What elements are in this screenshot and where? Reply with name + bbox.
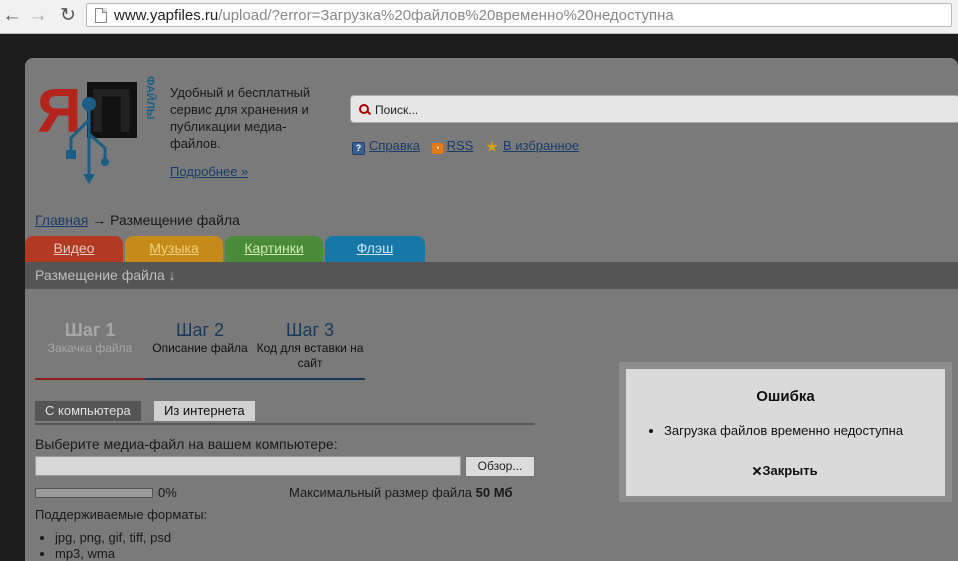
- logo-side-text: ФАЙЛЫ: [144, 76, 157, 120]
- url-text: www.yapfiles.ru/upload/?error=Загрузка%2…: [114, 7, 674, 24]
- breadcrumb: Главная → Размещение файла: [35, 212, 240, 228]
- more-link[interactable]: Подробнее »: [170, 164, 248, 179]
- source-tabs: С компьютера Из интернета: [35, 401, 535, 425]
- section-bar[interactable]: Размещение файла ↓: [25, 262, 958, 289]
- step-1: Шаг 1 Закачка файла: [35, 320, 145, 356]
- browse-button[interactable]: Обзор...: [465, 456, 535, 477]
- star-icon: ★: [486, 139, 498, 154]
- max-size-label: Максимальный размер файла 50 Мб: [289, 485, 513, 500]
- file-path-field[interactable]: [35, 456, 461, 476]
- step-3: Шаг 3 Код для вставки на сайт: [255, 320, 365, 371]
- step-number: Шаг 3: [285, 320, 335, 340]
- rss-icon: ◔: [431, 143, 443, 154]
- tab-flash[interactable]: Флэш: [325, 236, 425, 262]
- rss-link[interactable]: RSS: [447, 138, 474, 153]
- modal-message: Загрузка файлов временно недоступна: [664, 423, 903, 438]
- tab-from-computer[interactable]: С компьютера: [35, 401, 141, 421]
- close-button[interactable]: Закрыть: [626, 463, 945, 478]
- list-item: mp3, wma: [55, 546, 171, 561]
- yapfiles-logo[interactable]: Я П ФАЙЛЫ: [37, 74, 157, 186]
- page-icon: [95, 8, 107, 23]
- address-bar[interactable]: www.yapfiles.ru/upload/?error=Загрузка%2…: [86, 3, 952, 27]
- list-item: jpg, png, gif, tiff, psd: [55, 530, 171, 546]
- upload-steps: Шаг 1 Закачка файла Шаг 2 Описание файла…: [35, 320, 365, 380]
- step-description: Описание файла: [152, 341, 248, 355]
- close-label: Закрыть: [762, 463, 818, 478]
- choose-file-label: Выберите медиа-файл на вашем компьютере:: [35, 436, 338, 452]
- step-2: Шаг 2 Описание файла: [145, 320, 255, 356]
- error-modal: Ошибка Загрузка файлов временно недоступ…: [626, 369, 945, 496]
- max-size-value: 50 Мб: [475, 485, 513, 500]
- help-icon: ?: [352, 142, 365, 155]
- close-icon: [753, 467, 761, 475]
- step-number: Шаг 1: [64, 320, 116, 340]
- forward-arrow-icon[interactable]: →: [26, 4, 50, 28]
- search-input[interactable]: [373, 100, 937, 120]
- formats-title: Поддерживаемые форматы:: [35, 507, 208, 522]
- category-tabs: Видео Музыка Картинки Флэш: [25, 236, 958, 262]
- browser-toolbar: ← → ↻ www.yapfiles.ru/upload/?error=Загр…: [0, 0, 958, 34]
- upload-progress-bar: [35, 488, 153, 498]
- upload-progress-text: 0%: [158, 485, 177, 500]
- top-links: ? Справка ◔ RSS ★ В избранное: [352, 138, 587, 155]
- reload-icon[interactable]: ↻: [56, 4, 80, 28]
- site-tagline: Удобный и бесплатный сервис для хранения…: [170, 85, 311, 151]
- step-2-3-underline: [145, 378, 365, 380]
- tab-pictures[interactable]: Картинки: [225, 236, 323, 262]
- step-description: Закачка файла: [47, 341, 133, 355]
- tab-video[interactable]: Видео: [25, 236, 123, 262]
- step-number: Шаг 2: [175, 320, 225, 340]
- search-box[interactable]: [350, 95, 958, 123]
- search-icon: [359, 104, 369, 114]
- favorites-link[interactable]: В избранное: [503, 138, 579, 153]
- tab-from-internet[interactable]: Из интернета: [154, 401, 255, 421]
- tab-music[interactable]: Музыка: [125, 236, 223, 262]
- step-description: Код для вставки на сайт: [256, 341, 364, 370]
- modal-title: Ошибка: [756, 388, 815, 405]
- step-1-underline: [35, 378, 145, 380]
- modal-message-list: Загрузка файлов временно недоступна: [646, 423, 903, 438]
- breadcrumb-current: Размещение файла: [110, 212, 240, 228]
- formats-list: jpg, png, gif, tiff, psd mp3, wma: [35, 530, 171, 561]
- help-link[interactable]: Справка: [369, 138, 420, 153]
- breadcrumb-separator: →: [88, 212, 111, 228]
- breadcrumb-home-link[interactable]: Главная: [35, 212, 88, 228]
- back-arrow-icon[interactable]: ←: [0, 4, 24, 28]
- logo-p-letter: П: [89, 77, 134, 146]
